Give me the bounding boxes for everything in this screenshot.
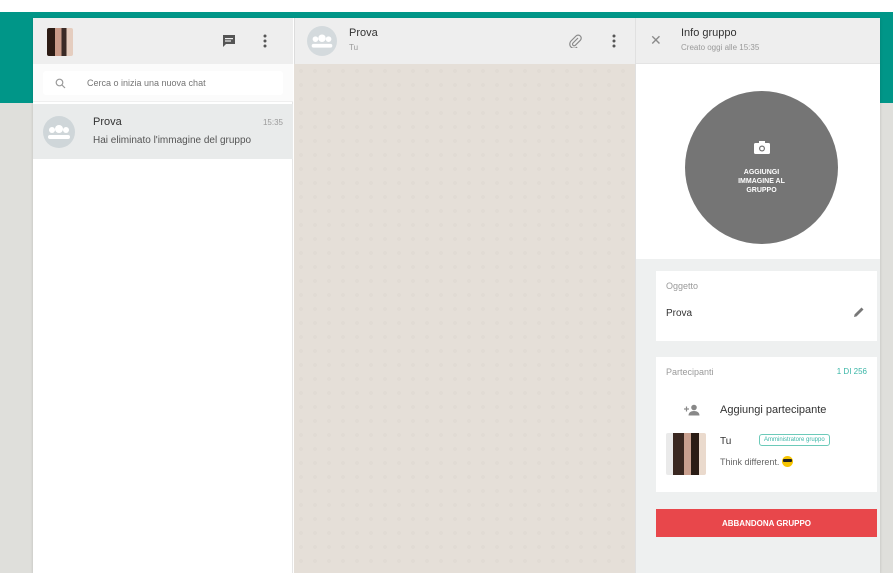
participants-label: Partecipanti bbox=[666, 367, 714, 377]
group-photo-button[interactable]: AGGIUNGI IMMAGINE AL GRUPPO bbox=[685, 91, 838, 244]
pencil-icon[interactable] bbox=[853, 305, 865, 323]
add-person-icon bbox=[684, 403, 700, 421]
subject-value: Prova bbox=[666, 308, 693, 319]
app-window: Prova 15:35 Hai eliminato l'immagine del… bbox=[33, 18, 880, 573]
chat-background bbox=[294, 64, 635, 573]
conversation-header[interactable]: Prova Tu bbox=[294, 18, 635, 64]
close-icon[interactable]: ✕ bbox=[650, 33, 662, 47]
member-status: Think different. bbox=[720, 456, 794, 467]
chat-name: Prova bbox=[93, 116, 122, 128]
subject-card: Oggetto Prova bbox=[656, 271, 877, 341]
search-icon bbox=[55, 76, 66, 94]
leave-group-button[interactable]: ABBANDONA GRUPPO bbox=[656, 509, 877, 537]
group-info-header: ✕ Info gruppo Creato oggi alle 15:35 bbox=[636, 18, 880, 64]
participants-count: 1 DI 256 bbox=[836, 367, 867, 376]
admin-badge: Amministratore gruppo bbox=[759, 434, 830, 446]
group-info-title: Info gruppo bbox=[681, 27, 737, 39]
profile-avatar[interactable] bbox=[47, 28, 73, 56]
group-avatar-icon bbox=[43, 116, 75, 148]
new-chat-icon[interactable] bbox=[219, 31, 239, 51]
participants-card: Partecipanti 1 DI 256 Aggiungi partecipa… bbox=[656, 357, 877, 492]
camera-icon bbox=[753, 140, 771, 160]
menu-icon[interactable] bbox=[604, 31, 624, 51]
top-white-strip bbox=[0, 0, 893, 12]
chat-list-pane: Prova 15:35 Hai eliminato l'immagine del… bbox=[33, 18, 293, 573]
member-name: Tu bbox=[720, 436, 732, 447]
add-participant-button[interactable]: Aggiungi partecipante bbox=[656, 395, 877, 425]
menu-icon[interactable] bbox=[255, 31, 275, 51]
conversation-title: Prova bbox=[349, 27, 378, 39]
attach-icon[interactable] bbox=[565, 31, 585, 51]
search-input[interactable] bbox=[87, 71, 277, 95]
add-group-photo-label: AGGIUNGI IMMAGINE AL GRUPPO bbox=[738, 169, 785, 194]
group-photo-section: AGGIUNGI IMMAGINE AL GRUPPO bbox=[636, 64, 880, 259]
avatar[interactable] bbox=[666, 433, 706, 475]
subject-label: Oggetto bbox=[666, 281, 699, 291]
chat-list-item[interactable]: Prova 15:35 Hai eliminato l'immagine del… bbox=[33, 104, 293, 159]
add-participant-label: Aggiungi partecipante bbox=[720, 404, 827, 416]
chat-preview: Hai eliminato l'immagine del gruppo bbox=[93, 135, 252, 146]
member-status-text: Think different. bbox=[720, 457, 780, 467]
chat-time: 15:35 bbox=[262, 118, 283, 127]
group-info-pane: ✕ Info gruppo Creato oggi alle 15:35 AGG… bbox=[635, 18, 880, 573]
conversation-subtitle: Tu bbox=[349, 43, 359, 52]
sunglasses-emoji-icon bbox=[782, 456, 794, 467]
conversation-pane: Prova Tu bbox=[294, 18, 635, 573]
search-container bbox=[43, 71, 283, 95]
group-avatar-icon[interactable] bbox=[307, 26, 337, 56]
left-header bbox=[33, 18, 293, 64]
search-bar bbox=[33, 64, 293, 102]
group-created-time: Creato oggi alle 15:35 bbox=[681, 43, 760, 52]
